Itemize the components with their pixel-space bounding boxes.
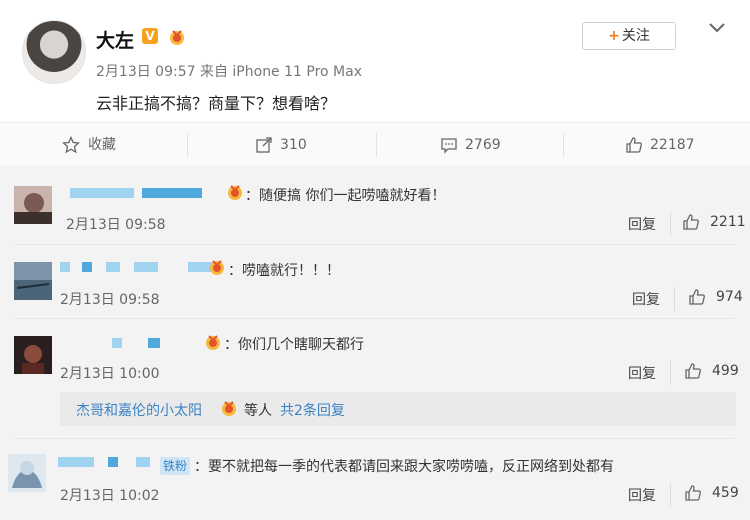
divider xyxy=(14,244,734,245)
redacted-username xyxy=(112,338,122,348)
divider xyxy=(376,133,377,157)
redacted-username xyxy=(106,262,120,272)
sub-reply-author[interactable]: 杰哥和嘉伦的小太阳 xyxy=(76,400,202,420)
thumbs-up-icon xyxy=(689,289,705,305)
reply-button[interactable]: 回复 xyxy=(632,289,660,309)
post-text: 云非正搞不搞？商量下？想看啥？ xyxy=(96,94,337,113)
action-bar: 收藏 310 2769 22187 xyxy=(0,122,750,168)
view-replies-link[interactable]: 共2条回复 xyxy=(280,400,345,420)
comment-like-button[interactable]: 974 xyxy=(689,289,743,305)
reply-button[interactable]: 回复 xyxy=(628,214,656,234)
redacted-username xyxy=(58,457,94,467)
favorite-button[interactable]: 收藏 xyxy=(62,123,162,167)
commenter-avatar[interactable] xyxy=(14,336,52,374)
redacted-username xyxy=(134,262,158,272)
comment-icon xyxy=(441,138,457,154)
commenter-avatar[interactable] xyxy=(14,186,52,224)
redacted-username xyxy=(70,188,134,198)
redacted-username xyxy=(148,338,160,348)
comment-time: 2月13日 09:58 xyxy=(66,217,166,233)
divider xyxy=(187,133,188,157)
divider xyxy=(670,361,671,385)
redacted-username xyxy=(82,262,92,272)
verified-badge: V xyxy=(142,28,158,44)
redacted-username xyxy=(142,188,202,198)
like-button[interactable]: 22187 xyxy=(625,123,725,167)
comment-like-button[interactable]: 499 xyxy=(685,363,739,379)
like-count: 22187 xyxy=(650,137,695,153)
comment-like-count: 499 xyxy=(712,363,739,379)
redacted-username xyxy=(60,262,70,272)
commenter-avatar[interactable] xyxy=(8,454,46,492)
thumbs-up-icon xyxy=(683,214,699,230)
divider xyxy=(563,133,564,157)
author-avatar[interactable] xyxy=(22,20,86,84)
divider xyxy=(670,212,671,236)
comment-time: 2月13日 10:02 xyxy=(60,488,160,504)
star-icon xyxy=(62,136,80,154)
medal-icon xyxy=(170,30,184,45)
comment-time: 2月13日 09:58 xyxy=(60,292,160,308)
fan-badge: 铁粉 xyxy=(160,457,190,475)
favorite-label: 收藏 xyxy=(88,137,116,153)
repost-button[interactable]: 310 xyxy=(255,123,335,167)
comment-text: ：要不就把每一季的代表都请回来跟大家唠唠嗑，反正网络到处都有 xyxy=(194,459,614,475)
divider xyxy=(674,287,675,311)
medal-icon xyxy=(222,401,236,416)
thumbs-up-icon xyxy=(685,363,701,379)
post-card: 大左 V 2月13日 09:57 来自 iPhone 11 Pro Max 云非… xyxy=(0,0,750,122)
comment-text: ：唠嗑就行！！！ xyxy=(228,263,340,279)
sub-replies-preview[interactable]: 杰哥和嘉伦的小太阳 等人 共2条回复 xyxy=(60,392,736,426)
comment-count: 2769 xyxy=(465,137,501,153)
comment-like-count: 459 xyxy=(712,485,739,501)
redacted-username xyxy=(136,457,150,467)
chevron-down-icon[interactable] xyxy=(706,20,728,36)
comment-time: 2月13日 10:00 xyxy=(60,366,160,382)
comment-like-count: 974 xyxy=(716,289,743,305)
comment-text: ：你们几个瞎聊天都行 xyxy=(224,337,364,353)
follow-label: 关注 xyxy=(621,28,650,44)
medal-icon xyxy=(206,335,220,350)
follow-button[interactable]: + 关注 xyxy=(582,22,676,50)
comment-like-count: 2211 xyxy=(710,214,746,230)
medal-icon xyxy=(228,185,242,200)
medal-icon xyxy=(210,260,224,275)
plus-icon: + xyxy=(608,28,620,44)
comment-text: ：随便搞 你们一起唠嗑就好看！ xyxy=(245,188,446,204)
reply-button[interactable]: 回复 xyxy=(628,363,656,383)
comment-list: ：随便搞 你们一起唠嗑就好看！ 2月13日 09:58 回复 2211 ：唠嗑就… xyxy=(0,166,750,520)
repost-icon xyxy=(256,137,272,153)
sub-reply-suffix: 等人 xyxy=(244,403,272,419)
thumbs-up-icon xyxy=(626,137,642,153)
author-name[interactable]: 大左 xyxy=(96,26,134,53)
comment-like-button[interactable]: 459 xyxy=(685,485,739,501)
comment-like-button[interactable]: 2211 xyxy=(683,214,746,230)
thumbs-up-icon xyxy=(685,485,701,501)
divider xyxy=(670,483,671,507)
divider xyxy=(14,438,734,439)
post-timestamp: 2月13日 09:57 来自 iPhone 11 Pro Max xyxy=(96,64,362,80)
comment-button[interactable]: 2769 xyxy=(440,123,520,167)
repost-count: 310 xyxy=(280,137,307,153)
divider xyxy=(14,318,734,319)
redacted-username xyxy=(108,457,118,467)
commenter-avatar[interactable] xyxy=(14,262,52,300)
reply-button[interactable]: 回复 xyxy=(628,485,656,505)
